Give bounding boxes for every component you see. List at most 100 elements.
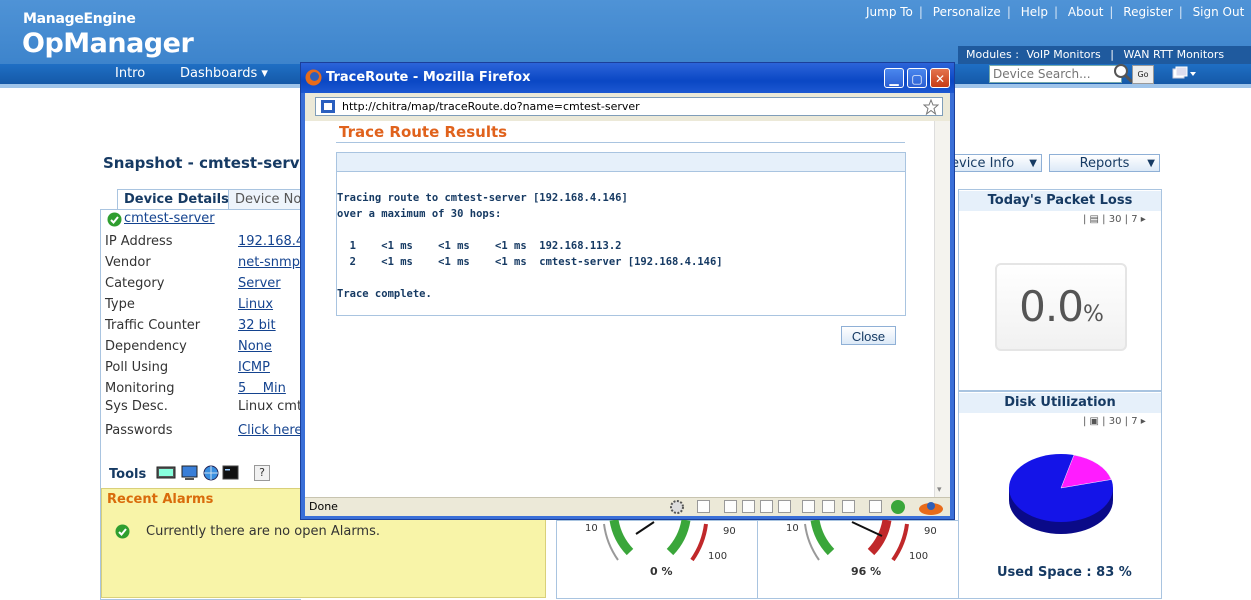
modules-bar: Modules : VoIP Monitors | WAN RTT Monito… bbox=[958, 46, 1251, 64]
status-ok-icon bbox=[107, 212, 122, 227]
minimize-button[interactable]: ▁ bbox=[884, 68, 904, 88]
pencil-icon[interactable] bbox=[724, 500, 737, 513]
brand-logo: ManageEngine bbox=[23, 11, 136, 27]
field-value-monitoring[interactable]: 5 Min bbox=[238, 381, 286, 396]
ping-icon[interactable] bbox=[156, 466, 176, 479]
nav-dashboards[interactable]: Dashboards ▾ bbox=[168, 64, 280, 84]
field-value-ip[interactable]: 192.168.4 bbox=[238, 234, 304, 249]
mail-icon[interactable] bbox=[822, 500, 835, 513]
field-value-poll-using[interactable]: ICMP bbox=[238, 360, 270, 375]
packet-loss-controls: | ▤ | 30 | 7 ▸ bbox=[1083, 214, 1146, 225]
network-icon[interactable] bbox=[742, 500, 755, 513]
device-search-input[interactable] bbox=[989, 65, 1122, 83]
chart-type-icon[interactable]: | ▣ | bbox=[1083, 416, 1106, 427]
refresh-icon[interactable] bbox=[802, 500, 815, 513]
modules-label: Modules : bbox=[966, 48, 1019, 61]
gauge-1-tick-90: 90 bbox=[723, 526, 736, 537]
page-icon[interactable] bbox=[697, 500, 710, 513]
field-value-traffic-counter[interactable]: 32 bit bbox=[238, 318, 276, 333]
field-label-dependency: Dependency bbox=[105, 339, 187, 354]
field-value-category[interactable]: Server bbox=[238, 276, 281, 291]
field-label-vendor: Vendor bbox=[105, 255, 151, 270]
telnet-icon[interactable] bbox=[222, 465, 239, 480]
nav-intro[interactable]: Intro bbox=[103, 64, 157, 84]
no-alarms-message: Currently there are no open Alarms. bbox=[146, 524, 380, 539]
sign-out-link[interactable]: Sign Out bbox=[1193, 5, 1245, 19]
print-icon[interactable] bbox=[778, 500, 791, 513]
window-content: Trace Route Results Tracing route to cmt… bbox=[305, 121, 950, 497]
gauge-1 bbox=[603, 520, 708, 562]
reports-dropdown[interactable]: Reports ▼ bbox=[1049, 154, 1160, 172]
close-icon: ✕ bbox=[934, 72, 946, 86]
personalize-link[interactable]: Personalize bbox=[933, 5, 1001, 19]
trace-line-2: over a maximum of 30 hops: bbox=[337, 208, 502, 220]
trace-line-7: Trace complete. bbox=[337, 288, 432, 300]
status-text: Done bbox=[309, 500, 338, 513]
site-icon bbox=[321, 100, 335, 113]
packet-loss-value: 0.0 bbox=[1019, 282, 1084, 331]
firefox-icon bbox=[305, 69, 322, 86]
browser-icon[interactable] bbox=[203, 465, 219, 481]
bookmark-star-icon[interactable] bbox=[923, 99, 939, 115]
traceroute-icon[interactable] bbox=[181, 465, 198, 480]
tools-label: Tools bbox=[109, 467, 147, 482]
jump-to-link[interactable]: Jump To bbox=[866, 5, 913, 19]
help-icon[interactable]: ? bbox=[254, 465, 270, 481]
device-info-label: evice Info bbox=[951, 156, 1015, 171]
save-icon[interactable] bbox=[760, 500, 773, 513]
field-value-passwords[interactable]: Click here bbox=[238, 423, 302, 438]
magnifier-icon bbox=[1114, 64, 1134, 84]
about-link[interactable]: About bbox=[1068, 5, 1103, 19]
tools-icon[interactable] bbox=[869, 500, 882, 513]
settings-gear-icon[interactable] bbox=[669, 499, 685, 515]
packet-loss-readout: 0.0% bbox=[995, 263, 1127, 351]
field-label-category: Category bbox=[105, 276, 165, 291]
gauge-graphics bbox=[603, 520, 909, 562]
trace-results-header bbox=[337, 153, 905, 172]
window-title: TraceRoute - Mozilla Firefox bbox=[326, 70, 531, 85]
go-button[interactable]: Go bbox=[1132, 65, 1154, 84]
maximize-button[interactable]: ▢ bbox=[907, 68, 927, 88]
field-label-passwords: Passwords bbox=[105, 423, 173, 438]
status-bar: Done bbox=[305, 497, 950, 516]
url-field[interactable]: http://chitra/map/traceRoute.do?name=cmt… bbox=[315, 97, 943, 116]
close-window-button[interactable]: ✕ bbox=[930, 68, 950, 88]
url-text: http://chitra/map/traceRoute.do?name=cmt… bbox=[342, 100, 640, 113]
field-value-type[interactable]: Linux bbox=[238, 297, 273, 312]
reports-label: Reports bbox=[1079, 156, 1130, 171]
help-link[interactable]: Help bbox=[1021, 5, 1048, 19]
tab-device-details[interactable]: Device Details bbox=[117, 189, 236, 210]
field-value-dependency[interactable]: None bbox=[238, 339, 272, 354]
trace-line-1: Tracing route to cmtest-server [192.168.… bbox=[337, 192, 628, 204]
period-30-link[interactable]: 30 bbox=[1109, 214, 1122, 225]
window-titlebar[interactable]: TraceRoute - Mozilla Firefox ▁ ▢ ✕ bbox=[301, 63, 954, 93]
trace-output: Tracing route to cmtest-server [192.168.… bbox=[337, 190, 723, 302]
wan-rtt-monitors-link[interactable]: WAN RTT Monitors bbox=[1123, 48, 1224, 61]
gauge-1-value: 0 % bbox=[650, 565, 673, 578]
field-value-vendor[interactable]: net-snmp bbox=[238, 255, 300, 270]
trace-line-5: 2 <1 ms <1 ms <1 ms cmtest-server [192.1… bbox=[337, 256, 723, 268]
period-7-link[interactable]: 7 bbox=[1131, 214, 1137, 225]
chart-icon[interactable] bbox=[842, 500, 855, 513]
device-name-link[interactable]: cmtest-server bbox=[124, 211, 215, 226]
vertical-scrollbar[interactable]: ▾ bbox=[934, 121, 950, 497]
maximize-icon: ▢ bbox=[911, 72, 923, 86]
window-menu-icon[interactable] bbox=[1172, 66, 1198, 82]
minimize-icon: ▁ bbox=[889, 72, 899, 86]
period-30-link[interactable]: 30 bbox=[1109, 416, 1122, 427]
packet-loss-title: Today's Packet Loss bbox=[959, 191, 1161, 211]
packet-loss-unit: % bbox=[1082, 302, 1104, 327]
info-icon[interactable] bbox=[890, 499, 906, 515]
chart-type-icon[interactable]: | ▤ | bbox=[1083, 214, 1106, 225]
period-7-link[interactable]: 7 bbox=[1131, 416, 1137, 427]
voip-monitors-link[interactable]: VoIP Monitors bbox=[1026, 48, 1100, 61]
trace-results-box: Tracing route to cmtest-server [192.168.… bbox=[336, 152, 906, 316]
close-button[interactable]: Close bbox=[841, 326, 896, 345]
register-link[interactable]: Register bbox=[1123, 5, 1172, 19]
scroll-down-icon[interactable]: ▾ bbox=[937, 485, 942, 495]
addon-icon[interactable] bbox=[917, 498, 945, 516]
field-label-ip: IP Address bbox=[105, 234, 173, 249]
device-info-dropdown[interactable]: evice Info ▼ bbox=[944, 154, 1042, 172]
tab-device-notes[interactable]: Device No bbox=[228, 189, 302, 210]
chevron-down-icon: ▼ bbox=[1147, 158, 1155, 169]
